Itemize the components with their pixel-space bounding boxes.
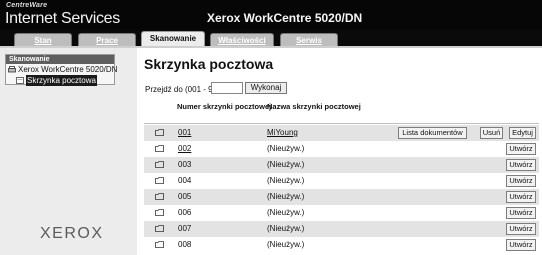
folder-icon <box>155 225 164 232</box>
column-header-name: Nazwa skrzynki pocztowej <box>267 102 361 111</box>
scan-tree: Skanowanie Xerox WorkCentre 5020/DN Skrz… <box>5 54 118 86</box>
create-button[interactable]: Utwórz <box>506 159 536 171</box>
mailbox-name: (Nieużyw.) <box>267 224 305 233</box>
tab-stan[interactable]: Stan <box>14 33 72 47</box>
main-content: Skrzynka pocztowa Przejdź do (001 - 99) … <box>137 48 542 255</box>
mailbox-name: (Nieużyw.) <box>267 240 305 249</box>
folder-icon <box>155 145 164 152</box>
device-title: Xerox WorkCentre 5020/DN <box>207 11 363 25</box>
mailbox-number-link[interactable]: 002 <box>178 144 191 153</box>
delete-button[interactable]: Usuń <box>480 127 503 139</box>
page-title: Skrzynka pocztowa <box>144 56 274 72</box>
mailbox-name-link[interactable]: MiYoung <box>267 128 298 137</box>
document-list-button[interactable]: Lista dokumentów <box>398 127 467 139</box>
mailbox-number: 006 <box>178 208 192 217</box>
tree-item-device[interactable]: Xerox WorkCentre 5020/DN <box>6 64 118 75</box>
table-row: 005 (Nieużyw.) Utwórz <box>144 189 539 205</box>
header-divider <box>144 123 539 124</box>
folder-icon <box>155 241 164 248</box>
folder-icon <box>155 193 164 200</box>
create-button[interactable]: Utwórz <box>506 143 536 155</box>
mailbox-name: (Nieużyw.) <box>267 192 305 201</box>
sidebar: Skanowanie Xerox WorkCentre 5020/DN Skrz… <box>0 48 137 255</box>
goto-label: Przejdź do (001 - 99) <box>145 85 220 94</box>
tab-wlasciwosci[interactable]: Właściwości <box>210 33 274 47</box>
table-row: 006 (Nieużyw.) Utwórz <box>144 205 539 221</box>
mailbox-name: (Nieużyw.) <box>267 160 305 169</box>
mailbox-number: 004 <box>178 176 192 185</box>
create-button[interactable]: Utwórz <box>506 191 536 203</box>
folder-icon <box>155 209 164 216</box>
goto-button[interactable]: Wykonaj <box>245 82 287 94</box>
mailbox-number-link[interactable]: 001 <box>178 128 191 137</box>
folder-icon <box>155 161 164 168</box>
printer-icon <box>8 66 16 73</box>
mailbox-name: (Nieużyw.) <box>267 176 305 185</box>
edit-button[interactable]: Edytuj <box>509 127 536 139</box>
table-row: 003 (Nieużyw.) Utwórz <box>144 157 539 173</box>
mailbox-number: 003 <box>178 160 192 169</box>
mailbox-name: (Nieużyw.) <box>267 208 305 217</box>
table-row: 007 (Nieużyw.) Utwórz <box>144 221 539 237</box>
tab-serwis[interactable]: Serwis <box>280 33 338 47</box>
table-row: 002 (Nieużyw.) Utwórz <box>144 141 539 157</box>
tree-title: Skanowanie <box>6 55 114 64</box>
tree-device-label: Xerox WorkCentre 5020/DN <box>18 65 118 74</box>
create-button[interactable]: Utwórz <box>506 239 536 251</box>
folder-icon <box>155 177 164 184</box>
header-bar: CentreWare Internet Services Xerox WorkC… <box>0 0 542 30</box>
tab-prace[interactable]: Prace <box>78 33 136 47</box>
table-row: 001 MiYoung Lista dokumentów Usuń Edytuj <box>144 125 539 141</box>
mailbox-number: 007 <box>178 224 192 233</box>
mailbox-number: 005 <box>178 192 192 201</box>
mailbox-tree-icon <box>16 77 24 84</box>
create-button[interactable]: Utwórz <box>506 223 536 235</box>
tree-item-mailbox[interactable]: Skrzynka pocztowa <box>6 75 114 86</box>
table-row: 004 (Nieużyw.) Utwórz <box>144 173 539 189</box>
xerox-logo: XEROX <box>40 225 104 242</box>
folder-icon <box>155 129 164 136</box>
column-header-number: Numer skrzynki pocztowej <box>177 102 272 111</box>
brand-title: Internet Services <box>5 10 120 27</box>
mailbox-name: (Nieużyw.) <box>267 144 305 153</box>
table-row: 008 (Nieużyw.) Utwórz <box>144 237 539 253</box>
goto-input[interactable] <box>211 82 243 94</box>
brand-small: CentreWare <box>6 2 48 9</box>
tree-mailbox-label: Skrzynka pocztowa <box>26 75 97 86</box>
create-button[interactable]: Utwórz <box>506 175 536 187</box>
create-button[interactable]: Utwórz <box>506 207 536 219</box>
tab-strip: Stan Prace Skanowanie Właściwości Serwis <box>0 30 542 48</box>
mailbox-number: 008 <box>178 240 192 249</box>
